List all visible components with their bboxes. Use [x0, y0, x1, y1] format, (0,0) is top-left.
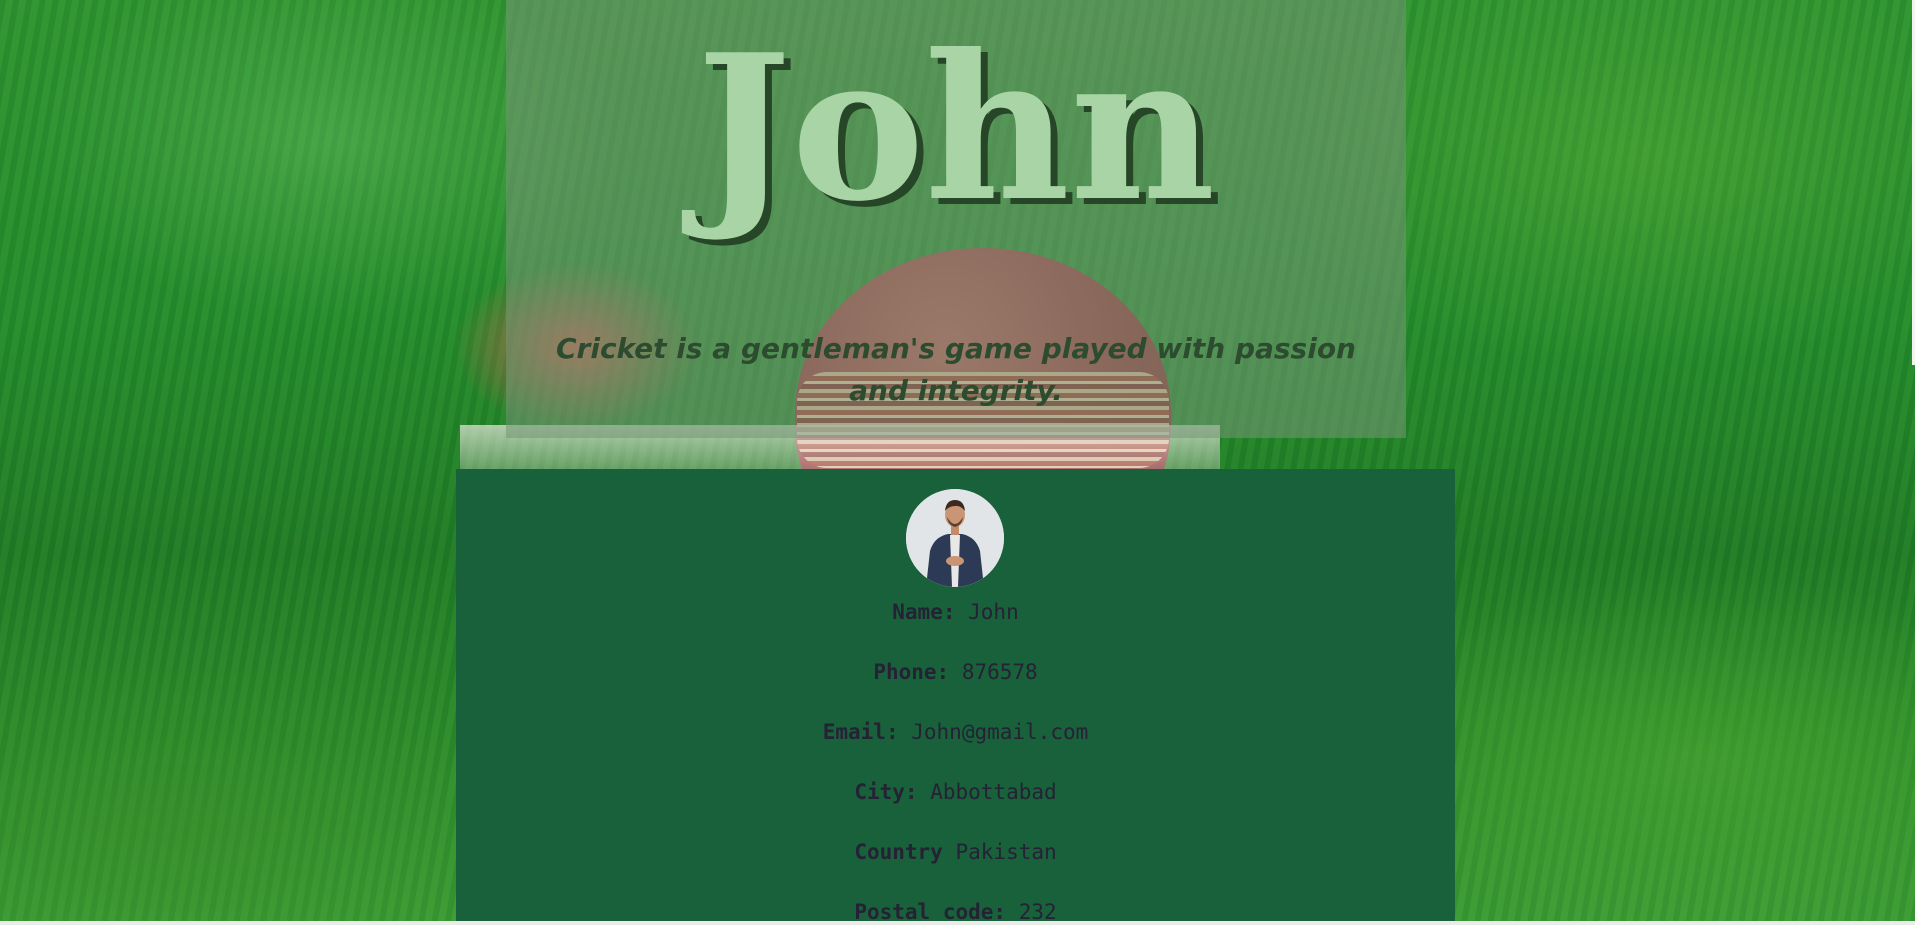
page-background: John Cricket is a gentleman's game playe…: [0, 0, 1915, 921]
avatar: [906, 489, 1004, 587]
country-value: Pakistan: [955, 840, 1057, 864]
city-value: Abbottabad: [930, 780, 1057, 804]
hero-banner: John Cricket is a gentleman's game playe…: [506, 0, 1406, 438]
profile-name-line: Name: John: [456, 599, 1455, 625]
profile-card: Name: John Phone: 876578 Email: John@gma…: [456, 469, 1455, 921]
person-avatar-icon: [906, 489, 1004, 587]
city-label: City:: [854, 780, 918, 804]
page-bottom-edge: [0, 921, 1915, 925]
postal-code-value: 232: [1018, 900, 1057, 921]
profile-city-line: City: Abbottabad: [456, 779, 1455, 805]
profile-email-line: Email: John@gmail.com: [456, 719, 1455, 745]
profile-phone-line: Phone: 876578: [456, 659, 1455, 685]
profile-country-line: Country Pakistan: [456, 839, 1455, 865]
hero-title: John: [696, 11, 1216, 246]
phone-label: Phone:: [873, 660, 950, 684]
email-value: John@gmail.com: [911, 720, 1089, 744]
hero-tagline: Cricket is a gentleman's game played wit…: [555, 332, 1356, 407]
email-label: Email:: [822, 720, 899, 744]
name-label: Name:: [892, 600, 956, 624]
name-value: John: [968, 600, 1019, 624]
postal-code-label: Postal code:: [854, 900, 1007, 921]
country-label: Country: [854, 840, 943, 864]
profile-postal-code-line: Postal code: 232: [456, 899, 1455, 921]
phone-value: 876578: [961, 660, 1038, 684]
